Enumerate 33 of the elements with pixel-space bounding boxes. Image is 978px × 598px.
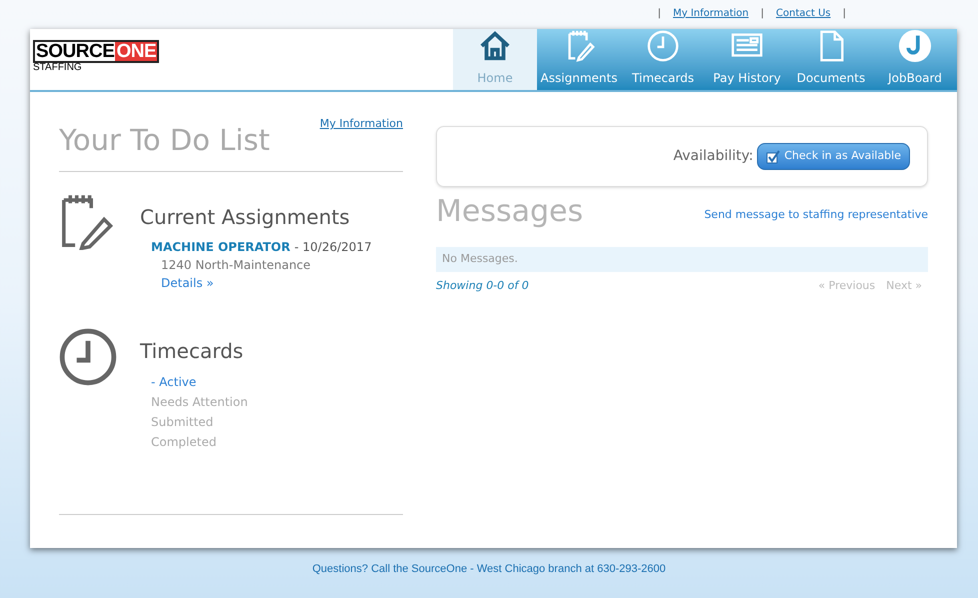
nav-tab[interactable]: JobBoard (873, 29, 957, 90)
nav-tab[interactable]: Assignments (537, 29, 621, 90)
send-message-link[interactable]: Send message to staffing representative (704, 206, 928, 223)
separator: | (842, 6, 846, 20)
nav-tab[interactable]: Home (453, 29, 537, 90)
timecard-filter-link[interactable]: Completed (151, 432, 216, 452)
footer-text: Questions? Call the SourceOne - West Chicago branch at 630-293-2600 (312, 562, 666, 577)
check-in-button[interactable]: Check in as Available (757, 143, 910, 170)
timecard-filter-link[interactable]: Submitted (151, 412, 214, 432)
clock-icon (645, 29, 681, 63)
separator: | (658, 6, 661, 20)
assignment-location: 1240 North-Maintenance (161, 257, 312, 274)
timecard-filter-link[interactable]: - Active (151, 372, 196, 392)
messages-title: Messages (436, 197, 584, 227)
todo-title: Your To Do List (59, 126, 270, 155)
showing-count: Showing 0-0 of 0 (436, 278, 529, 294)
messages-empty-row: No Messages. (436, 247, 928, 272)
availability-label: Availability: (673, 147, 754, 166)
nav-tab[interactable]: Documents (789, 29, 873, 90)
details-link[interactable]: Details » (161, 274, 214, 292)
timecard-filter-link[interactable]: Needs Attention (151, 392, 248, 412)
top-link[interactable]: My Information (673, 6, 749, 20)
my-information-link[interactable]: My Information (320, 116, 403, 132)
job-link[interactable]: MACHINE OPERATOR (151, 238, 290, 256)
nav-tab[interactable]: Pay History (705, 29, 789, 90)
assignment-date: - 10/26/2017 (294, 239, 372, 256)
section-title: Timecards (140, 338, 244, 365)
jobboard-logo-icon (897, 29, 933, 63)
clock-icon (59, 328, 117, 386)
nav-tab[interactable]: Timecards (621, 29, 705, 90)
separator: | (760, 6, 764, 20)
section-title: Current Assignments (140, 204, 351, 231)
top-link[interactable]: Contact Us (776, 6, 831, 20)
